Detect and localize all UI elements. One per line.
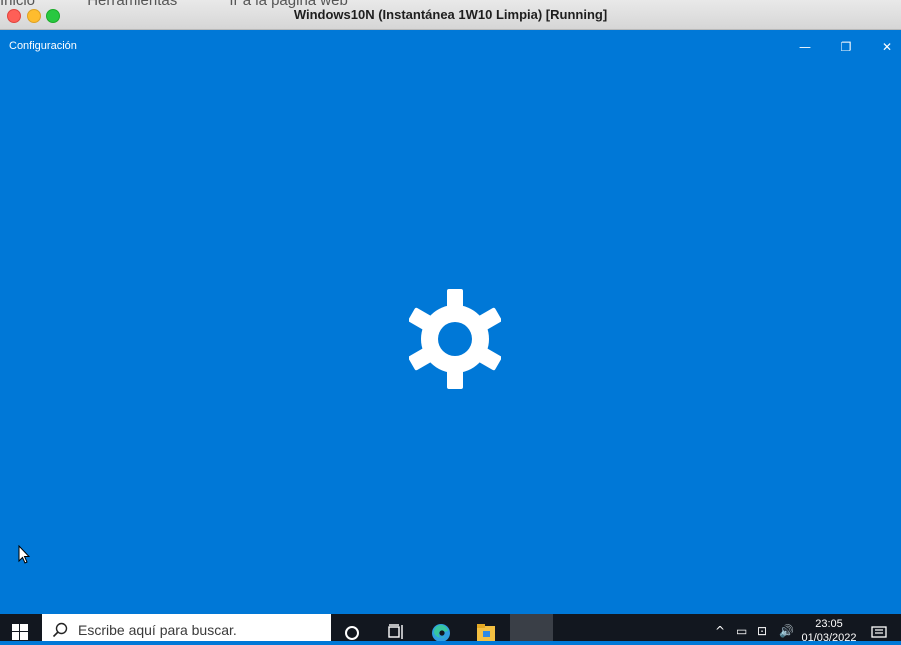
settings-taskbar-button[interactable] [510,614,553,641]
vm-host-titlebar: Inicio Herramientas Ir a la página web W… [0,0,901,30]
file-explorer-icon[interactable] [476,622,496,641]
battery-icon[interactable]: ▭ [736,624,747,638]
clock-time: 23:05 [815,618,843,630]
vm-window-title: Windows10N (Instantánea 1W10 Limpia) [Ru… [293,7,608,22]
show-hidden-icons-chevron-icon[interactable]: ^ [715,624,725,638]
app-close-button[interactable]: ✕ [873,36,901,58]
clock-date: 01/03/2022 [801,632,857,644]
windows-start-icon[interactable] [12,624,28,640]
volume-icon[interactable]: 🔊 [779,624,794,638]
cortana-icon[interactable] [342,622,362,641]
search-icon [52,622,68,638]
edge-icon[interactable] [431,622,451,641]
task-view-icon[interactable] [386,622,406,641]
app-minimize-button[interactable]: — [791,36,819,58]
notifications-icon[interactable] [871,626,887,640]
app-restore-button[interactable]: ❐ [832,36,860,58]
mouse-cursor-icon [18,545,30,564]
taskbar: ^ ▭ ⊡ 🔊 23:05 01/03/2022 [0,614,901,644]
taskbar-search-box[interactable] [42,614,331,641]
settings-app-window: Configuración — ❐ ✕ [0,30,901,614]
network-icon[interactable]: ⊡ [757,624,767,638]
app-title: Configuración [9,40,77,52]
gear-icon [409,289,501,389]
search-input[interactable] [78,620,318,640]
